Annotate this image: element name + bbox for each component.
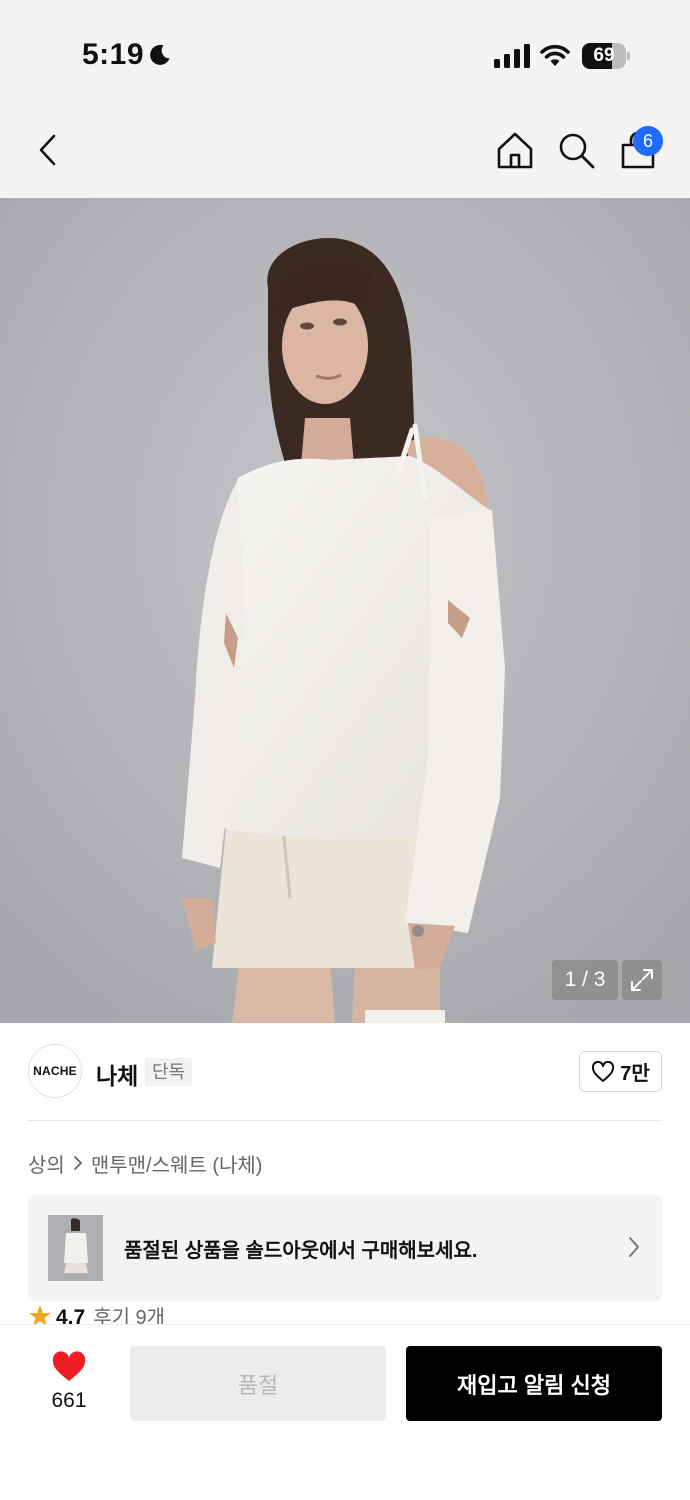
banner-thumbnail — [48, 1215, 103, 1281]
chevron-right-icon — [73, 1156, 82, 1170]
wishlist-button[interactable]: 661 — [40, 1351, 98, 1415]
heart-outline-icon — [592, 1060, 615, 1082]
heart-filled-icon — [52, 1351, 86, 1381]
wishlist-count: 661 — [51, 1389, 87, 1412]
brand-row: NACHE 나체 단독 7만 — [28, 1044, 662, 1100]
top-nav — [0, 100, 690, 198]
expand-icon — [631, 969, 653, 991]
breadcrumb-category[interactable]: 상의 — [28, 1149, 65, 1178]
restock-alert-button[interactable]: 재입고 알림 신청 — [406, 1346, 662, 1421]
banner-text: 품절된 상품을 솔드아웃에서 구매해보세요. — [124, 1240, 478, 1262]
home-button[interactable] — [493, 128, 537, 172]
cart-badge: 6 — [633, 126, 663, 156]
search-button[interactable] — [554, 128, 598, 172]
soldout-label: 품절 — [237, 1372, 279, 1398]
soldout-button: 품절 — [130, 1346, 386, 1421]
brand-like-count: 7만 — [620, 1063, 650, 1085]
breadcrumb: 상의 맨투맨/스웨트 (나체) — [28, 1148, 262, 1178]
brand-name[interactable]: 나체 — [96, 1057, 138, 1091]
moon-icon — [150, 44, 170, 65]
exclusive-badge: 단독 — [145, 1058, 193, 1086]
search-icon — [559, 133, 595, 169]
brand-logo-text: NACHE — [33, 1064, 77, 1078]
expand-button[interactable] — [622, 960, 662, 1000]
battery-level: 69 — [593, 45, 615, 66]
back-icon — [39, 134, 56, 166]
wifi-icon — [540, 44, 570, 66]
breadcrumb-subcategory[interactable]: 맨투맨/스웨트 (나체) — [91, 1149, 263, 1178]
back-button[interactable] — [26, 128, 70, 172]
brand-logo[interactable]: NACHE — [28, 1044, 82, 1098]
bottom-action-bar: 661 품절 재입고 알림 신청 — [0, 1324, 690, 1500]
status-time: 5:19 — [82, 38, 145, 71]
soldout-banner[interactable]: 품절된 상품을 솔드아웃에서 구매해보세요. — [28, 1195, 662, 1301]
brand-like-button[interactable]: 7만 — [579, 1051, 662, 1092]
signal-icon — [494, 44, 530, 68]
chevron-right-icon — [629, 1237, 639, 1257]
battery-icon: 69 — [582, 43, 630, 69]
restock-label: 재입고 알림 신청 — [457, 1372, 611, 1398]
product-photo — [0, 198, 690, 1023]
status-bar: 5:19 69 — [0, 0, 690, 100]
image-counter: 1 / 3 — [552, 960, 618, 1000]
divider — [28, 1120, 662, 1121]
product-image-gallery[interactable]: 1 / 3 — [0, 198, 690, 1023]
home-icon — [497, 132, 533, 169]
